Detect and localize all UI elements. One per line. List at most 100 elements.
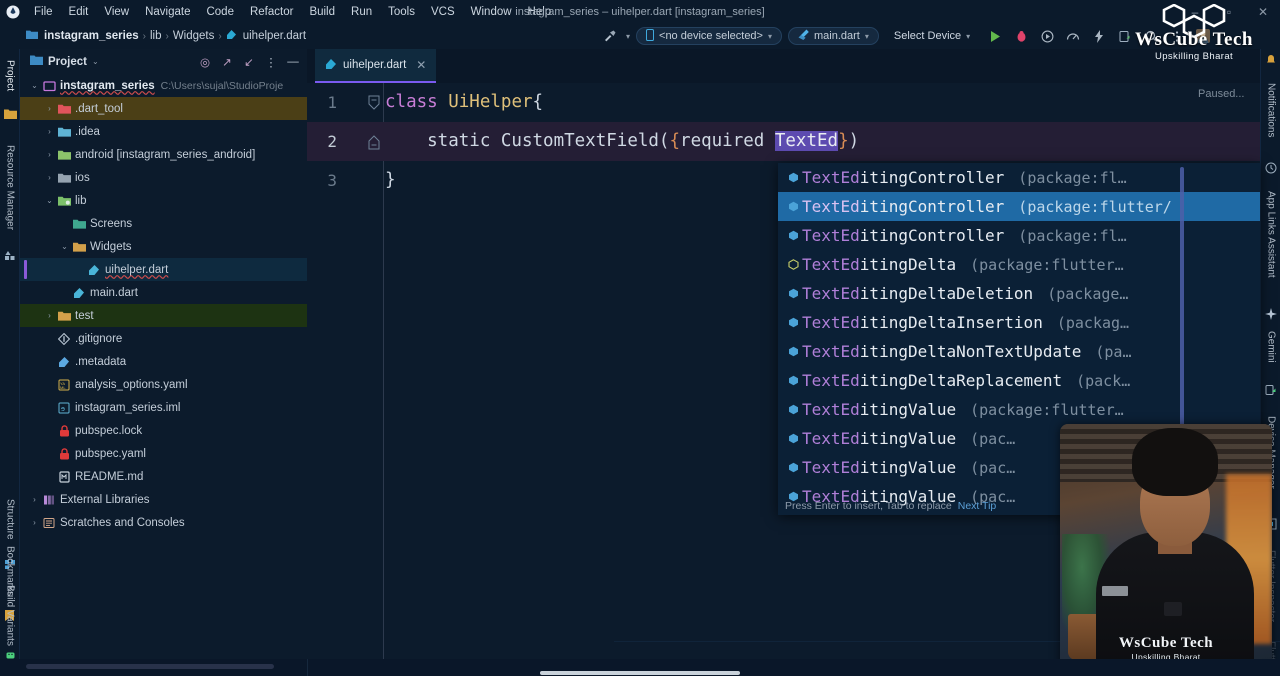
chevron-icon[interactable]: › [43, 150, 56, 159]
tree-node[interactable]: YA ML analysis_options.yaml [20, 373, 307, 396]
tree-node[interactable]: .gitignore [20, 327, 307, 350]
tree-node[interactable]: pubspec.lock [20, 419, 307, 442]
menu-tools[interactable]: Tools [380, 4, 423, 20]
svg-text:ML: ML [60, 385, 66, 390]
device-selector[interactable]: <no device selected> ▾ [636, 27, 782, 45]
autocomplete-item[interactable]: TextEditingValue (package:flutter… [778, 395, 1260, 424]
tree-node[interactable]: ⌄ Widgets [20, 235, 307, 258]
run-play-icon[interactable] [985, 26, 1005, 46]
sidebar-item-gemini[interactable]: Gemini [1261, 321, 1280, 373]
chevron-icon[interactable]: ⌄ [28, 81, 41, 90]
fold-marker-icon[interactable] [367, 94, 381, 110]
hammer-icon[interactable] [600, 26, 620, 46]
tree-node[interactable]: › External Libraries [20, 488, 307, 511]
menu-build[interactable]: Build [301, 4, 343, 20]
autocomplete-item[interactable]: TextEditingDeltaDeletion (package… [778, 279, 1260, 308]
menu-run[interactable]: Run [343, 4, 380, 20]
breadcrumb-item-2[interactable]: Widgets [173, 30, 215, 42]
menu-navigate[interactable]: Navigate [137, 4, 198, 20]
tree-node[interactable]: ⌄ lib [20, 189, 307, 212]
tree-node[interactable]: .metadata [20, 350, 307, 373]
autocomplete-item[interactable]: TextEditingController (package:fl… [778, 163, 1260, 192]
tree-node[interactable]: uihelper.dart [20, 258, 307, 281]
chevron-down-icon[interactable]: ▾ [626, 32, 630, 41]
chevron-icon[interactable]: ⌄ [43, 196, 56, 205]
autocomplete-item[interactable]: TextEditingController (package:fl… [778, 221, 1260, 250]
collapse-all-icon[interactable]: ↙ [239, 52, 259, 72]
chevron-icon[interactable]: › [43, 311, 56, 320]
menu-view[interactable]: View [96, 4, 137, 20]
tab-uihelper-dart[interactable]: uihelper.dart ✕ [315, 49, 437, 83]
profiler-icon[interactable] [1063, 26, 1083, 46]
tree-node[interactable]: main.dart [20, 281, 307, 304]
class-icon [784, 375, 802, 386]
autocomplete-item[interactable]: TextEditingController (package:flutter/ [778, 192, 1260, 221]
apply-changes-icon[interactable] [1089, 26, 1109, 46]
more-vertical-icon[interactable] [1167, 26, 1187, 46]
tree-node[interactable]: › android [instagram_series_android] [20, 143, 307, 166]
menu-edit[interactable]: Edit [61, 4, 97, 20]
tree-node[interactable]: › test [20, 304, 307, 327]
menu-vcs[interactable]: VCS [423, 4, 463, 20]
chevron-icon[interactable]: › [43, 173, 56, 182]
autocomplete-item[interactable]: TextEditingDeltaNonTextUpdate (pa… [778, 337, 1260, 366]
android-studio-window: File Edit View Navigate Code Refactor Bu… [0, 0, 1280, 676]
menu-code[interactable]: Code [198, 4, 242, 20]
run-coverage-icon[interactable] [1037, 26, 1057, 46]
expand-all-icon[interactable]: ↗ [217, 52, 237, 72]
tree-node[interactable]: › .dart_tool [20, 97, 307, 120]
tree-node[interactable]: README.md [20, 465, 307, 488]
select-device-button[interactable]: Select Device ▾ [885, 27, 979, 45]
options-menu-icon[interactable]: ⋮ [261, 52, 281, 72]
fold-marker-icon[interactable] [367, 133, 381, 150]
search-icon[interactable] [1141, 26, 1161, 46]
breadcrumb-item-1[interactable]: lib [150, 30, 162, 42]
close-button[interactable]: ✕ [1246, 0, 1280, 23]
menu-help[interactable]: Help [520, 4, 560, 20]
sidebar-item-build-variants[interactable]: Build Variants [0, 573, 20, 658]
menu-refactor[interactable]: Refactor [242, 4, 301, 20]
editor-horizontal-scrollbar[interactable] [540, 671, 740, 675]
hide-panel-icon[interactable]: — [283, 52, 303, 72]
tree-node[interactable]: ɘ instagram_series.iml [20, 396, 307, 419]
menu-window[interactable]: Window [463, 4, 520, 20]
device-manager-icon[interactable] [1265, 383, 1278, 396]
menu-file[interactable]: File [26, 4, 61, 20]
tree-node[interactable]: pubspec.yaml [20, 442, 307, 465]
sidebar-item-project[interactable]: Project [0, 49, 20, 103]
notifications-bell-icon[interactable] [1265, 53, 1278, 66]
run-configuration-selector[interactable]: main.dart ▾ [788, 27, 879, 45]
sidebar-item-notifications[interactable]: Notifications [1261, 69, 1280, 151]
autocomplete-item[interactable]: TextEditingDeltaReplacement (pack… [778, 366, 1260, 395]
tree-node-label: Screens [90, 217, 133, 230]
gemini-sparkle-icon[interactable] [1265, 307, 1278, 320]
maximize-button[interactable]: ▫ [1212, 0, 1246, 23]
autocomplete-item[interactable]: TextEditingDelta (package:flutter… [778, 250, 1260, 279]
chevron-icon[interactable]: › [43, 127, 56, 136]
minimize-button[interactable]: – [1178, 0, 1212, 23]
project-panel-scrollbar[interactable] [26, 664, 274, 669]
avatar-icon[interactable] [1193, 26, 1213, 46]
chevron-icon[interactable]: › [28, 518, 41, 527]
device-mirror-icon[interactable] [1115, 26, 1135, 46]
breadcrumb-item-3[interactable]: uihelper.dart [243, 30, 306, 42]
close-icon[interactable]: ✕ [416, 58, 426, 72]
app-links-icon[interactable] [1265, 161, 1278, 174]
chevron-down-icon[interactable]: ⌄ [92, 57, 99, 66]
tree-node[interactable]: › ios [20, 166, 307, 189]
breadcrumb-item-0[interactable]: instagram_series [44, 30, 139, 42]
chevron-icon[interactable]: › [28, 495, 41, 504]
chevron-icon[interactable]: › [43, 104, 56, 113]
tree-node[interactable]: › Scratches and Consoles [20, 511, 307, 534]
tree-node[interactable]: ⌄ instagram_series C:\Users\sujal\StudioPr… [20, 74, 307, 97]
tree-node[interactable]: › .idea [20, 120, 307, 143]
debug-bug-icon[interactable] [1011, 26, 1031, 46]
next-tip-link[interactable]: Next Tip [958, 500, 997, 512]
tree-node[interactable]: Screens [20, 212, 307, 235]
sidebar-item-resource-manager[interactable]: Resource Manager [0, 129, 20, 247]
tree-node-label: test [75, 309, 94, 322]
scroll-from-source-icon[interactable]: ◎ [195, 52, 215, 72]
autocomplete-item[interactable]: TextEditingDeltaInsertion (packag… [778, 308, 1260, 337]
sidebar-item-app-links[interactable]: App Links Assistant [1261, 175, 1280, 293]
chevron-icon[interactable]: ⌄ [58, 242, 71, 251]
